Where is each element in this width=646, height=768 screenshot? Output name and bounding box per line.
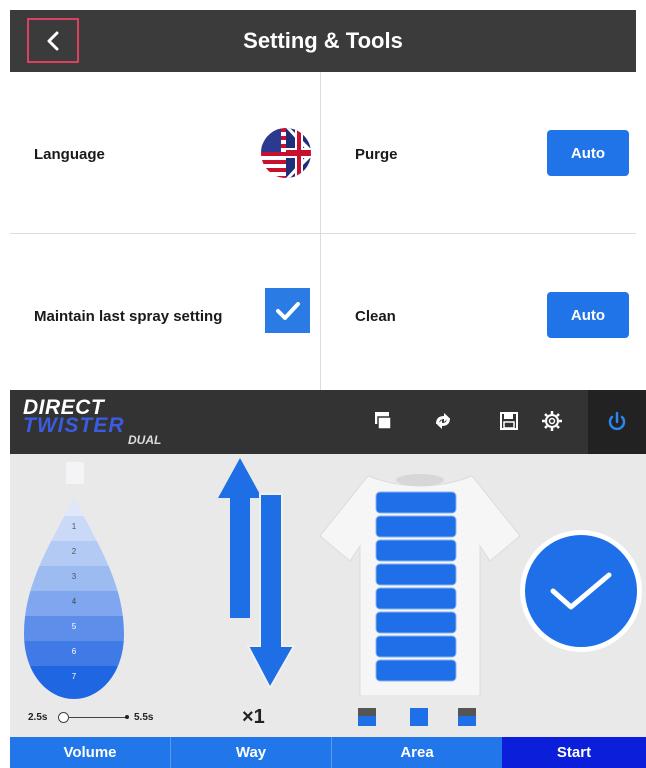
area-option-2[interactable] (410, 708, 428, 726)
timing-min-label: 2.5s (28, 712, 48, 723)
drop-level-4: 4 (72, 597, 77, 606)
drop-level-5: 5 (72, 622, 77, 631)
vertical-divider (320, 72, 321, 390)
timing-slider[interactable] (58, 712, 129, 724)
drop-level-7: 7 (72, 672, 77, 681)
bottom-tab-bar: Volume Way Area Start (10, 737, 646, 768)
checkmark-icon (275, 301, 300, 320)
language-label: Language (34, 146, 105, 163)
volume-drop-graphic[interactable]: 1 2 3 4 5 6 7 (10, 454, 140, 714)
checkmark-icon (550, 572, 612, 610)
power-icon (608, 411, 626, 431)
purge-label: Purge (355, 146, 398, 163)
drop-level-3: 3 (72, 572, 77, 581)
back-button[interactable] (27, 18, 79, 63)
maintain-setting-checkbox[interactable] (265, 288, 310, 333)
maintain-setting-label: Maintain last spray setting (34, 308, 223, 325)
tab-area[interactable]: Area (332, 737, 502, 768)
way-multiplier: ×1 (242, 706, 265, 728)
start-check-button[interactable] (520, 530, 642, 652)
swap-icon[interactable] (428, 406, 458, 436)
chevron-left-icon (47, 31, 59, 50)
tab-volume[interactable]: Volume (10, 737, 170, 768)
timing-max-label: 5.5s (134, 712, 154, 723)
copy-icon[interactable] (368, 406, 398, 436)
gear-icon[interactable] (537, 406, 567, 436)
area-option-3[interactable] (458, 708, 476, 726)
clean-auto-button[interactable]: Auto (547, 292, 629, 338)
drop-level-2: 2 (72, 547, 77, 556)
tab-way[interactable]: Way (171, 737, 331, 768)
app-header: DIRECT TWISTER DUAL (10, 390, 646, 454)
horizontal-divider (10, 233, 636, 234)
language-flag-icon[interactable] (261, 128, 311, 178)
tab-start[interactable]: Start (502, 737, 646, 768)
drop-level-1: 1 (72, 522, 77, 531)
tshirt-area-graphic[interactable] (310, 466, 530, 696)
way-arrow-graphic[interactable] (218, 458, 298, 690)
purge-auto-button[interactable]: Auto (547, 130, 629, 176)
area-option-1[interactable] (358, 708, 376, 726)
power-button[interactable] (588, 390, 646, 454)
top-bar: Setting & Tools (10, 10, 636, 72)
logo-line2: TWISTER (23, 414, 125, 437)
drop-level-6: 6 (72, 647, 77, 656)
save-icon[interactable] (494, 406, 524, 436)
logo-line3: DUAL (128, 433, 162, 447)
page-title: Setting & Tools (243, 28, 403, 53)
app-preview: DIRECT TWISTER DUAL 1 2 3 4 5 6 7 2.5s 5… (10, 390, 646, 768)
clean-label: Clean (355, 308, 396, 325)
